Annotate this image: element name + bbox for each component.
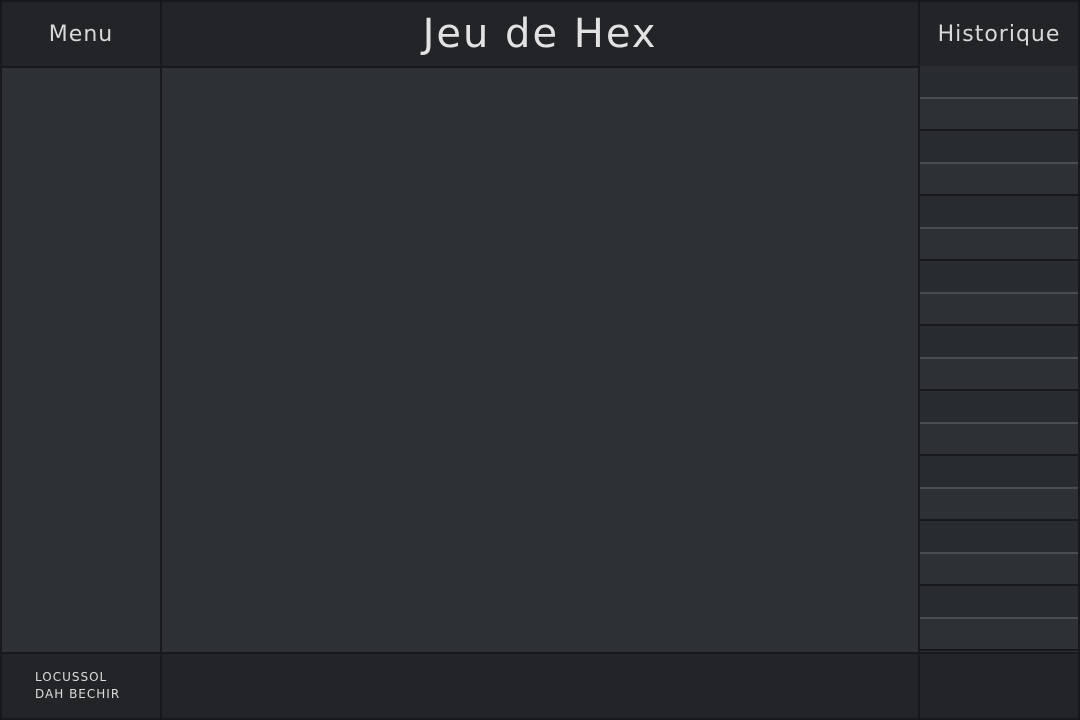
page-title: Jeu de Hex — [160, 0, 920, 68]
history-item — [920, 618, 1078, 651]
history-item — [920, 98, 1078, 131]
history-header: Historique — [918, 0, 1080, 68]
menu-panel — [0, 66, 162, 654]
authors-credit: LOCUSSOL DAH BECHIR — [0, 652, 162, 720]
history-item — [920, 358, 1078, 391]
history-item — [920, 228, 1078, 261]
history-item — [920, 66, 1078, 99]
game-board[interactable] — [160, 66, 920, 654]
history-item — [920, 586, 1078, 619]
footer-right-panel — [918, 652, 1080, 720]
history-item — [920, 488, 1078, 521]
history-item — [920, 163, 1078, 196]
history-item — [920, 423, 1078, 456]
history-item — [920, 196, 1078, 229]
history-item — [920, 521, 1078, 554]
history-item — [920, 553, 1078, 586]
history-item — [920, 293, 1078, 326]
menu-button[interactable]: Menu — [0, 0, 162, 68]
title-text: Jeu de Hex — [422, 11, 658, 57]
status-bar — [160, 652, 920, 720]
history-item — [920, 391, 1078, 424]
author-line: DAH BECHIR — [35, 687, 121, 701]
history-label: Historique — [937, 21, 1061, 47]
menu-label: Menu — [48, 21, 114, 47]
history-item — [920, 456, 1078, 489]
author-line: LOCUSSOL — [35, 670, 108, 684]
history-item — [920, 326, 1078, 359]
history-item — [920, 261, 1078, 294]
history-list — [918, 66, 1080, 654]
history-item — [920, 131, 1078, 164]
